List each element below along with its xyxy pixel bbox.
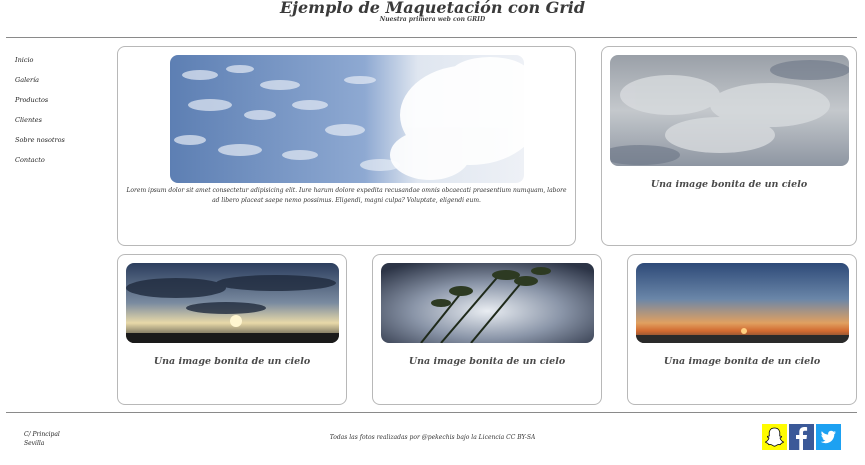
main-card-text: Lorem ipsum dolor sit amet consectetur a… xyxy=(126,187,567,204)
gallery-card-4: Una image bonita de un cielo xyxy=(627,254,857,405)
snapchat-icon[interactable] xyxy=(762,424,787,450)
sky-image-sunset xyxy=(636,263,849,343)
page-subtitle: Nuestra primera web con GRID xyxy=(379,16,486,23)
sky-image-main xyxy=(170,55,524,183)
sky-image-plant xyxy=(381,263,594,343)
card-caption: Una image bonita de un cielo xyxy=(650,179,808,190)
page-title: Ejemplo de Maquetación con Grid xyxy=(279,0,586,17)
gallery-card-1: Una image bonita de un cielo xyxy=(601,46,857,246)
nav-item-galeria[interactable]: Galería xyxy=(15,75,65,95)
facebook-icon[interactable] xyxy=(789,424,814,450)
nav-item-productos[interactable]: Productos xyxy=(15,95,65,115)
footer-divider xyxy=(6,412,857,413)
sky-image-sunset-clouds xyxy=(126,263,339,343)
card-caption: Una image bonita de un cielo xyxy=(408,356,566,367)
footer-credit: Todas las fotos realizadas por @pekechis… xyxy=(329,434,536,441)
main-card: Lorem ipsum dolor sit amet consectetur a… xyxy=(117,46,576,246)
card-caption: Una image bonita de un cielo xyxy=(663,356,821,367)
header-divider xyxy=(6,37,857,38)
gallery-card-2: Una image bonita de un cielo xyxy=(117,254,347,405)
twitter-icon[interactable] xyxy=(816,424,841,450)
page-header: Ejemplo de Maquetación con Grid Nuestra … xyxy=(0,0,865,38)
gallery-card-3: Una image bonita de un cielo xyxy=(372,254,602,405)
card-caption: Una image bonita de un cielo xyxy=(153,356,311,367)
nav-item-sobre-nosotros[interactable]: Sobre nosotros xyxy=(15,135,65,155)
nav-item-contacto[interactable]: Contacto xyxy=(15,155,65,175)
sidebar-nav: Inicio Galería Productos Clientes Sobre … xyxy=(15,55,65,175)
nav-item-clientes[interactable]: Clientes xyxy=(15,115,65,135)
nav-item-inicio[interactable]: Inicio xyxy=(15,55,65,75)
sky-image-cloudy xyxy=(610,55,849,166)
